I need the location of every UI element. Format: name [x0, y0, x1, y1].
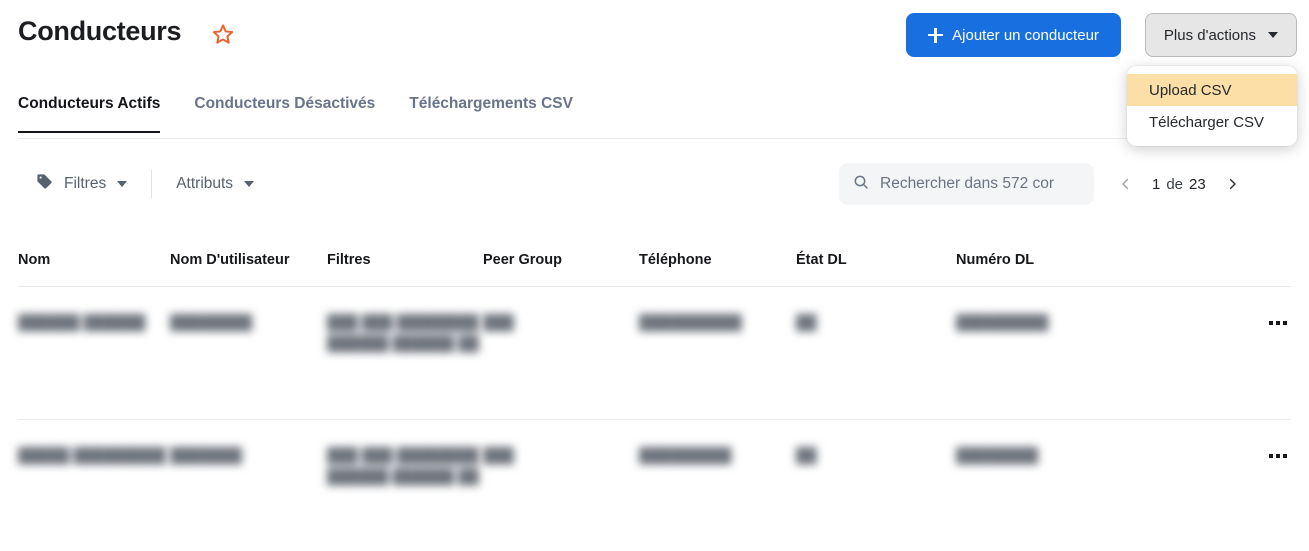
tabs-divider — [18, 137, 1291, 139]
chevron-down-icon — [244, 181, 255, 187]
dropdown-item-label: Upload CSV — [1149, 81, 1232, 99]
cell-actions — [1193, 286, 1291, 420]
cell-peer-group: ███ — [483, 286, 639, 420]
drivers-table: Nom Nom D'utilisateur Filtres Peer Group… — [18, 240, 1291, 551]
cell-etat-dl: ██ — [796, 419, 956, 551]
filters-label: Filtres — [64, 175, 107, 192]
tab-label: Conducteurs Actifs — [18, 95, 161, 112]
redacted-value: ██ — [796, 448, 817, 464]
redacted-value: █████████ — [956, 315, 1049, 331]
more-actions-button[interactable]: Plus d'actions — [1144, 13, 1297, 57]
add-driver-label: Ajouter un conducteur — [952, 26, 1099, 44]
chevron-down-icon — [1268, 32, 1278, 38]
cell-filtres: ███ ███ ████████ ██████ ██████ ██ — [327, 419, 483, 551]
redacted-value: ███ — [483, 448, 514, 464]
redacted-value: █████████ — [639, 448, 732, 464]
add-driver-button[interactable]: Ajouter un conducteur — [906, 13, 1121, 57]
cell-telephone: ██████████ — [639, 286, 796, 420]
column-header-filtres[interactable]: Filtres — [327, 240, 483, 287]
filter-bar: Filtres Attributs Rechercher dans 572 co… — [0, 160, 1309, 208]
column-header-nom[interactable]: Nom — [18, 240, 170, 287]
attributes-dropdown-button[interactable]: Attributs — [164, 169, 266, 199]
more-actions-dropdown: Upload CSV Télécharger CSV — [1127, 66, 1297, 146]
row-actions-ellipsis-icon[interactable] — [1265, 448, 1291, 464]
page-header: Conducteurs Ajouter un conducteur Plus d… — [0, 0, 1309, 68]
column-header-peer-group[interactable]: Peer Group — [483, 240, 639, 287]
redacted-value: █████ █████████ — [18, 448, 166, 464]
current-page: 1 — [1152, 175, 1161, 193]
column-header-nom-utilisateur[interactable]: Nom D'utilisateur — [170, 240, 327, 287]
column-header-etat-dl[interactable]: État DL — [796, 240, 956, 287]
attributes-label: Attributs — [176, 175, 234, 192]
tabs-bar: Conducteurs Actifs Conducteurs Désactivé… — [0, 95, 1309, 140]
cell-nom-utilisateur: ███████ — [170, 419, 327, 551]
drivers-page: Conducteurs Ajouter un conducteur Plus d… — [0, 0, 1309, 551]
redacted-value: ███ — [483, 315, 514, 331]
column-header-numero-dl[interactable]: Numéro DL — [956, 240, 1193, 287]
dropdown-item-download-csv[interactable]: Télécharger CSV — [1127, 106, 1297, 138]
table-row[interactable]: ██████ ██████ ████████ ███ ███ ████████ … — [18, 286, 1291, 420]
pagination: 1 de 23 — [1110, 163, 1248, 205]
tab-label: Téléchargements CSV — [409, 95, 573, 112]
page-title: Conducteurs — [18, 16, 182, 46]
cell-numero-dl: ████████ — [956, 419, 1193, 551]
chevron-down-icon — [117, 181, 128, 187]
dropdown-item-upload-csv[interactable]: Upload CSV — [1127, 74, 1297, 106]
tab-telechargements-csv[interactable]: Téléchargements CSV — [409, 95, 573, 133]
page-separator: de — [1166, 175, 1184, 193]
favorite-star-icon[interactable] — [210, 21, 236, 47]
tab-conducteurs-desactives[interactable]: Conducteurs Désactivés — [194, 95, 375, 133]
cell-numero-dl: █████████ — [956, 286, 1193, 420]
filters-dropdown-button[interactable]: Filtres — [24, 167, 139, 201]
table-header-row: Nom Nom D'utilisateur Filtres Peer Group… — [18, 240, 1291, 287]
cell-filtres: ███ ███ ████████ ██████ ██████ ██ — [327, 286, 483, 420]
cell-nom-utilisateur: ████████ — [170, 286, 327, 420]
plus-icon — [928, 27, 944, 43]
cell-telephone: █████████ — [639, 419, 796, 551]
redacted-value: ███████ — [170, 448, 242, 464]
drivers-table-container: Nom Nom D'utilisateur Filtres Peer Group… — [0, 240, 1309, 551]
redacted-value: ██████ ██████ — [18, 315, 146, 331]
cell-peer-group: ███ — [483, 419, 639, 551]
cell-nom: █████ █████████ — [18, 419, 170, 551]
next-page-button[interactable] — [1218, 169, 1248, 199]
tab-label: Conducteurs Désactivés — [194, 95, 376, 112]
redacted-value: ██ — [796, 315, 817, 331]
header-actions: Ajouter un conducteur Plus d'actions — [906, 13, 1297, 57]
cell-etat-dl: ██ — [796, 286, 956, 420]
toolbar-divider — [151, 170, 153, 198]
column-header-telephone[interactable]: Téléphone — [639, 240, 796, 287]
redacted-value: ███ ███ ████████ ██████ ██████ ██ — [327, 315, 479, 353]
more-actions-label: Plus d'actions — [1163, 26, 1256, 44]
page-indicator: 1 de 23 — [1146, 176, 1212, 193]
search-icon — [853, 174, 869, 195]
table-row[interactable]: █████ █████████ ███████ ███ ███ ████████… — [18, 419, 1291, 551]
redacted-value: ███ ███ ████████ ██████ ██████ ██ — [327, 448, 479, 486]
tag-icon — [36, 173, 53, 195]
total-pages: 23 — [1189, 175, 1206, 193]
redacted-value: ████████ — [956, 448, 1039, 464]
redacted-value: ████████ — [170, 315, 253, 331]
cell-actions — [1193, 419, 1291, 551]
column-header-actions — [1193, 240, 1291, 287]
tab-conducteurs-actifs[interactable]: Conducteurs Actifs — [18, 95, 161, 133]
cell-nom: ██████ ██████ — [18, 286, 170, 420]
search-box[interactable] — [839, 163, 1094, 205]
dropdown-item-label: Télécharger CSV — [1149, 113, 1265, 131]
prev-page-button[interactable] — [1110, 169, 1140, 199]
redacted-value: ██████████ — [639, 315, 742, 331]
row-actions-ellipsis-icon[interactable] — [1265, 315, 1291, 331]
search-input[interactable] — [880, 175, 1080, 193]
